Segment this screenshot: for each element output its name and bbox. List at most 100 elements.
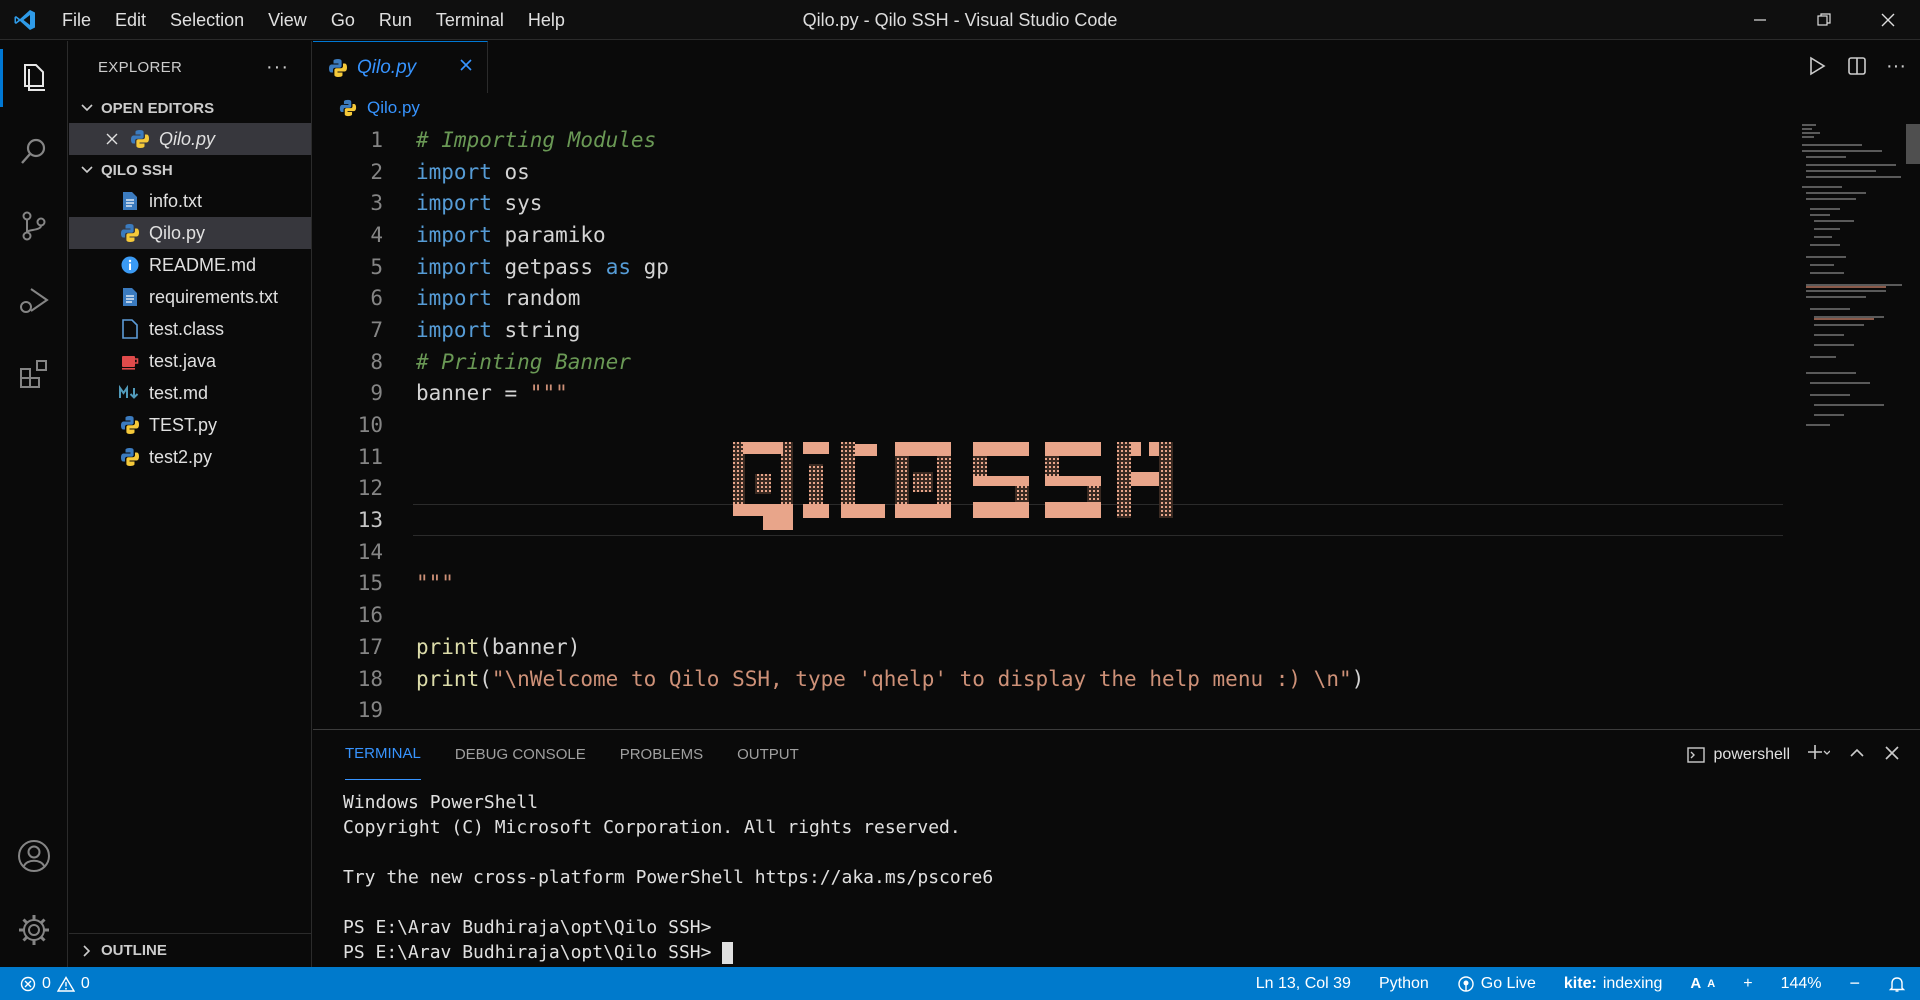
broadcast-icon (1458, 975, 1474, 992)
font-size-icon[interactable]: AA (1676, 967, 1729, 1000)
warning-count: 0 (80, 974, 90, 992)
text-file-icon (119, 190, 141, 212)
run-debug-activity[interactable] (0, 263, 68, 337)
restore-button[interactable] (1792, 0, 1856, 40)
menu-view[interactable]: View (256, 0, 319, 40)
line-number: 6 (370, 286, 383, 311)
code-line: 9 banner = """ (313, 378, 1783, 410)
kite-status[interactable]: kite: indexing (1550, 967, 1677, 1000)
more-editor-actions-icon[interactable]: ··· (1886, 55, 1906, 82)
code-line: 10 (313, 409, 1783, 441)
code-line: 5 import getpass as gp (313, 251, 1783, 283)
minimap[interactable] (1792, 124, 1902, 484)
python-icon (119, 414, 141, 436)
code-line: 1 # Importing Modules (313, 124, 1783, 156)
terminal-output[interactable]: Windows PowerShell Copyright (C) Microso… (313, 780, 1920, 965)
open-editors-label: OPEN EDITORS (101, 99, 215, 117)
file-item[interactable]: test2.py (69, 441, 311, 473)
keyword: import (416, 286, 492, 311)
run-file-icon[interactable] (1806, 55, 1828, 82)
search-activity[interactable] (0, 115, 68, 189)
close-tab-icon[interactable] (459, 58, 473, 77)
function-name: print (416, 634, 480, 659)
outline-section[interactable]: OUTLINE (69, 933, 312, 967)
file-item[interactable]: Qilo.py (69, 217, 311, 249)
breadcrumb[interactable]: Qilo.py (313, 93, 1920, 123)
module-name: os (504, 159, 530, 184)
close-editor-icon[interactable] (105, 132, 123, 146)
file-item[interactable]: TEST.py (69, 409, 311, 441)
outline-label: OUTLINE (101, 942, 167, 959)
minimize-button[interactable] (1728, 0, 1792, 40)
bell-icon (1888, 976, 1906, 992)
close-window-button[interactable] (1856, 0, 1920, 40)
tab-qilo-py[interactable]: Qilo.py (313, 41, 488, 93)
line-number: 17 (357, 634, 383, 659)
open-editor-item[interactable]: Qilo.py (69, 123, 311, 155)
manage-activity[interactable] (0, 893, 68, 967)
keyword: as (605, 254, 631, 279)
menu-file[interactable]: File (50, 0, 103, 40)
file-item[interactable]: test.md (69, 377, 311, 409)
editor-scrollbar[interactable] (1906, 124, 1920, 164)
extensions-activity[interactable] (0, 337, 68, 411)
extensions-icon (20, 360, 47, 388)
file-item[interactable]: requirements.txt (69, 281, 311, 313)
menu-selection[interactable]: Selection (158, 0, 256, 40)
code-editor[interactable]: 1 # Importing Modules 2 import os 3 import … (313, 124, 1783, 726)
terminal-line: Try the new cross-platform PowerShell ht… (343, 867, 994, 888)
cursor-position[interactable]: Ln 13, Col 39 (1242, 967, 1365, 1000)
tab-problems[interactable]: PROBLEMS (620, 730, 703, 780)
python-icon (327, 57, 349, 79)
file-item[interactable]: test.java (69, 345, 311, 377)
menu-help[interactable]: Help (516, 0, 577, 40)
more-actions-icon[interactable]: ··· (266, 56, 289, 79)
kite-status-text: indexing (1602, 974, 1663, 992)
terminal-prompt-line: PS E:\Arav Budhiraja\opt\Qilo SSH> (343, 940, 1920, 965)
file-name: README.md (149, 254, 257, 275)
module-name: random (504, 286, 581, 311)
tab-debug-console[interactable]: DEBUG CONSOLE (455, 730, 586, 780)
line-number: 4 (370, 222, 383, 247)
menu-go[interactable]: Go (319, 0, 367, 40)
line-number: 3 (370, 191, 383, 216)
maximize-panel-icon[interactable] (1848, 744, 1866, 767)
file-item[interactable]: README.md (69, 249, 311, 281)
chevron-down-icon (77, 163, 97, 177)
zoom-in-button[interactable]: + (1729, 967, 1766, 1000)
explorer-title: EXPLORER (98, 58, 183, 76)
go-live-button[interactable]: Go Live (1443, 967, 1550, 1000)
terminal-selector[interactable]: powershell (1686, 745, 1790, 765)
notifications-button[interactable] (1874, 967, 1920, 1000)
code-line: 6 import random (313, 282, 1783, 314)
keyword: import (416, 159, 492, 184)
breadcrumb-file[interactable]: Qilo.py (367, 98, 420, 118)
zoom-out-button[interactable]: − (1835, 967, 1874, 1000)
menu-run[interactable]: Run (367, 0, 424, 40)
source-control-activity[interactable] (0, 189, 68, 263)
new-terminal-icon[interactable] (1808, 743, 1831, 768)
file-name: requirements.txt (149, 286, 279, 307)
menu-edit[interactable]: Edit (103, 0, 158, 40)
folder-section[interactable]: QILO SSH (69, 155, 311, 185)
string: """ (529, 381, 568, 406)
line-number: 11 (357, 444, 383, 469)
language-mode[interactable]: Python (1365, 967, 1443, 1000)
editor-tabs: Qilo.py ··· (313, 41, 1920, 93)
folder-label: QILO SSH (101, 161, 173, 179)
split-editor-icon[interactable] (1846, 55, 1868, 82)
accounts-activity[interactable] (0, 819, 68, 893)
module-name: paramiko (504, 222, 606, 247)
problems-status[interactable]: 0 0 (0, 975, 90, 993)
zoom-level[interactable]: 144% (1767, 967, 1836, 1000)
menu-terminal[interactable]: Terminal (424, 0, 516, 40)
close-panel-icon[interactable] (1884, 745, 1900, 766)
keyword: import (416, 191, 492, 216)
explorer-activity[interactable] (0, 41, 68, 115)
open-editors-section[interactable]: OPEN EDITORS (69, 93, 311, 123)
tab-terminal[interactable]: TERMINAL (345, 730, 421, 780)
file-item[interactable]: info.txt (69, 185, 311, 217)
file-item[interactable]: test.class (69, 313, 311, 345)
tab-output[interactable]: OUTPUT (737, 730, 799, 780)
